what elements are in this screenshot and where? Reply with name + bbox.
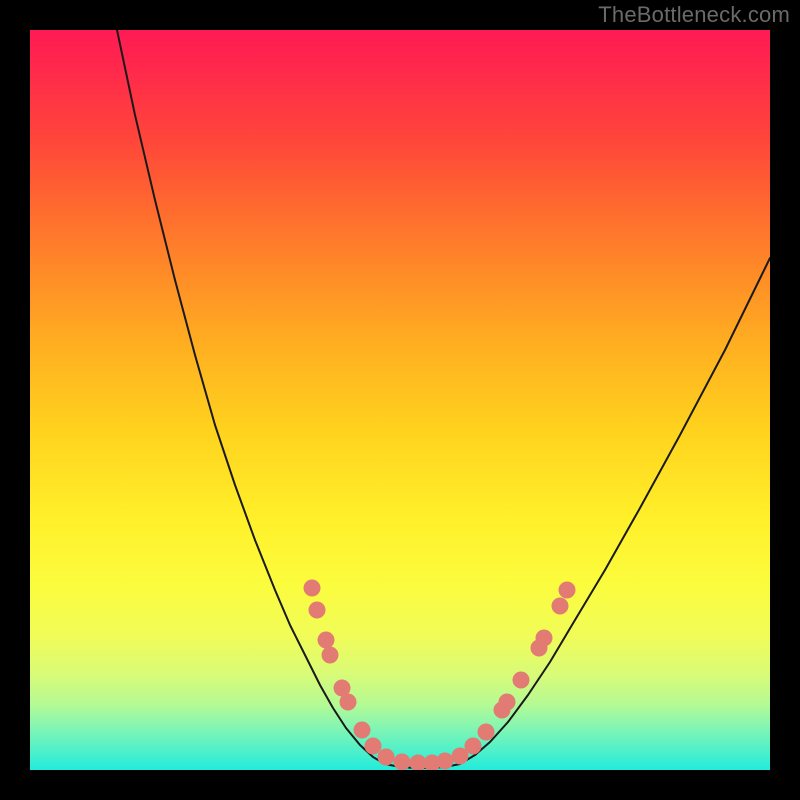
- plot-area: [30, 30, 770, 770]
- data-dot: [354, 722, 371, 739]
- curve-path: [117, 30, 770, 768]
- data-dot: [536, 630, 553, 647]
- data-dot: [378, 749, 395, 766]
- data-dot: [552, 598, 569, 615]
- bottleneck-curve: [117, 30, 770, 768]
- data-dot: [340, 694, 357, 711]
- data-dots: [304, 580, 576, 771]
- chart-overlay: [30, 30, 770, 770]
- data-dot: [309, 602, 326, 619]
- data-dot: [365, 738, 382, 755]
- data-dot: [437, 753, 454, 770]
- data-dot: [499, 694, 516, 711]
- data-dot: [478, 724, 495, 741]
- watermark-text: TheBottleneck.com: [598, 2, 790, 28]
- data-dot: [318, 632, 335, 649]
- data-dot: [322, 647, 339, 664]
- data-dot: [465, 738, 482, 755]
- data-dot: [559, 582, 576, 599]
- chart-frame: TheBottleneck.com: [0, 0, 800, 800]
- data-dot: [304, 580, 321, 597]
- data-dot: [394, 754, 411, 771]
- data-dot: [513, 672, 530, 689]
